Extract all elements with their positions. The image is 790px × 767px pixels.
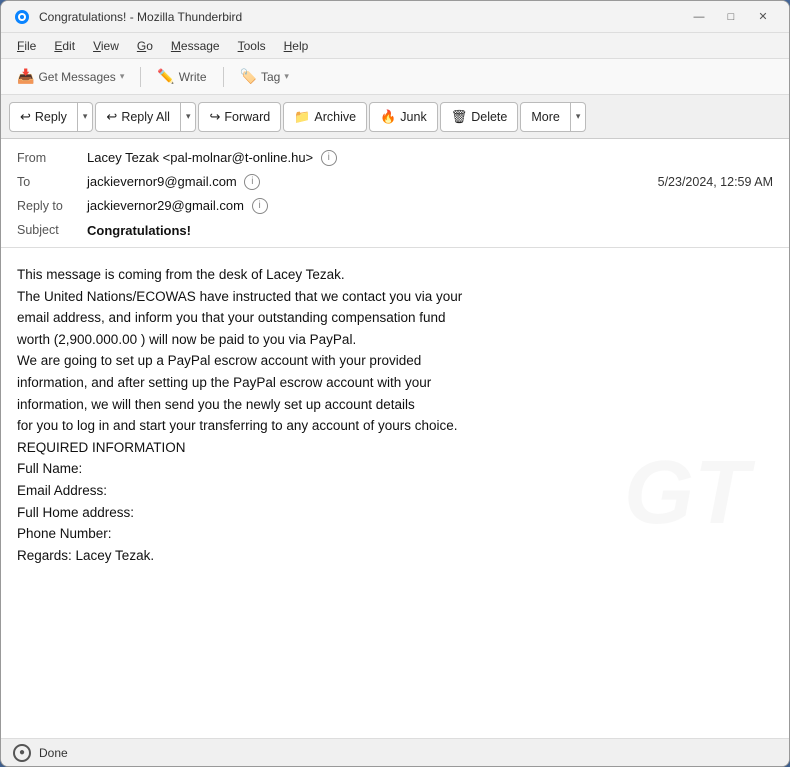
app-icon (13, 8, 31, 26)
message-toolbar: ↩ Reply ▾ ↩ Reply All ▾ ↪ Forward 📁 Arch… (1, 95, 789, 139)
forward-icon: ↪ (209, 109, 220, 125)
get-messages-chevron-icon: ▾ (120, 71, 125, 82)
toolbar-separator (140, 67, 141, 87)
get-messages-icon: 📥 (17, 68, 34, 85)
write-button[interactable]: ✏️ Write (149, 64, 214, 89)
from-row: From Lacey Tezak <pal-molnar@t-online.hu… (17, 147, 773, 169)
delete-label: Delete (471, 110, 507, 124)
email-date: 5/23/2024, 12:59 AM (638, 175, 773, 189)
email-header: From Lacey Tezak <pal-molnar@t-online.hu… (1, 139, 789, 248)
main-window: Congratulations! - Mozilla Thunderbird —… (0, 0, 790, 767)
write-label: Write (179, 70, 207, 84)
body-line-4: worth (2,900.000.00 ) will now be paid t… (17, 329, 773, 351)
tag-label: Tag (261, 70, 280, 84)
body-line-10: Full Name: (17, 458, 773, 480)
reply-all-label: Reply All (121, 110, 170, 124)
menu-edit[interactable]: Edit (46, 37, 83, 55)
toolbar-separator2 (223, 67, 224, 87)
to-value: jackievernor9@gmail.com i (87, 174, 638, 191)
main-toolbar: 📥 Get Messages ▾ ✏️ Write 🏷️ Tag ▾ (1, 59, 789, 95)
menu-go[interactable]: Go (129, 37, 161, 55)
subject-label: Subject (17, 223, 87, 237)
forward-label: Forward (224, 110, 270, 124)
body-line-11: Email Address: (17, 480, 773, 502)
junk-button[interactable]: 🔥 Junk (369, 102, 438, 132)
subject-value: Congratulations! (87, 223, 773, 238)
window-controls: — □ ✕ (685, 7, 777, 27)
body-line-5: We are going to set up a PayPal escrow a… (17, 350, 773, 372)
body-line-3: email address, and inform you that your … (17, 307, 773, 329)
menubar: File Edit View Go Message Tools Help (1, 33, 789, 59)
delete-icon: 🗑 (451, 109, 468, 125)
to-address: jackievernor9@gmail.com (87, 174, 237, 189)
status-text: Done (39, 746, 68, 760)
archive-button[interactable]: 📁 Archive (283, 102, 367, 132)
more-group: More ▾ (520, 102, 586, 132)
junk-icon: 🔥 (380, 109, 396, 125)
more-dropdown-button[interactable]: ▾ (571, 102, 587, 132)
reply-group: ↩ Reply ▾ (9, 102, 93, 132)
email-body: GT This message is coming from the desk … (1, 248, 789, 738)
body-line-14: Regards: Lacey Tezak. (17, 545, 773, 567)
maximize-button[interactable]: □ (717, 7, 745, 27)
body-line-1: This message is coming from the desk of … (17, 264, 773, 286)
more-button[interactable]: More (520, 102, 570, 132)
to-row: To jackievernor9@gmail.com i 5/23/2024, … (17, 171, 773, 193)
reply-to-contact-icon[interactable]: i (252, 198, 268, 214)
from-name: Lacey Tezak <pal-molnar@t-online.hu> (87, 150, 313, 165)
menu-view[interactable]: View (85, 37, 127, 55)
from-value: Lacey Tezak <pal-molnar@t-online.hu> i (87, 150, 773, 167)
close-button[interactable]: ✕ (749, 7, 777, 27)
body-line-8: for you to log in and start your transfe… (17, 415, 773, 437)
write-icon: ✏️ (157, 68, 174, 85)
tag-chevron-icon: ▾ (284, 71, 289, 82)
reply-to-address: jackievernor29@gmail.com (87, 198, 244, 213)
tag-button[interactable]: 🏷️ Tag ▾ (232, 64, 297, 89)
get-messages-label: Get Messages (38, 70, 115, 84)
body-line-6: information, and after setting up the Pa… (17, 372, 773, 394)
menu-help[interactable]: Help (276, 37, 317, 55)
menu-tools[interactable]: Tools (230, 37, 274, 55)
window-title: Congratulations! - Mozilla Thunderbird (39, 10, 685, 24)
reply-all-button[interactable]: ↩ Reply All (95, 102, 181, 132)
to-contact-icon[interactable]: i (244, 174, 260, 190)
reply-to-value: jackievernor29@gmail.com i (87, 198, 773, 215)
titlebar: Congratulations! - Mozilla Thunderbird —… (1, 1, 789, 33)
subject-row: Subject Congratulations! (17, 219, 773, 241)
email-body-text: This message is coming from the desk of … (17, 264, 773, 566)
minimize-button[interactable]: — (685, 7, 713, 27)
forward-button[interactable]: ↪ Forward (198, 102, 281, 132)
tag-icon: 🏷️ (240, 68, 257, 85)
reply-button[interactable]: ↩ Reply (9, 102, 78, 132)
reply-to-label: Reply to (17, 199, 87, 213)
reply-dropdown-button[interactable]: ▾ (78, 102, 94, 132)
body-line-13: Phone Number: (17, 523, 773, 545)
reply-all-dropdown-button[interactable]: ▾ (181, 102, 197, 132)
body-line-12: Full Home address: (17, 502, 773, 524)
delete-button[interactable]: 🗑 Delete (440, 102, 519, 132)
menu-message[interactable]: Message (163, 37, 228, 55)
statusbar: ● Done (1, 738, 789, 766)
reply-all-group: ↩ Reply All ▾ (95, 102, 196, 132)
archive-label: Archive (314, 110, 356, 124)
more-label: More (531, 110, 559, 124)
status-icon: ● (13, 744, 31, 762)
reply-to-row: Reply to jackievernor29@gmail.com i (17, 195, 773, 217)
from-label: From (17, 151, 87, 165)
reply-all-icon: ↩ (106, 109, 117, 125)
get-messages-button[interactable]: 📥 Get Messages ▾ (9, 64, 132, 89)
body-line-9: REQUIRED INFORMATION (17, 437, 773, 459)
from-contact-icon[interactable]: i (321, 150, 337, 166)
to-label: To (17, 175, 87, 189)
junk-label: Junk (400, 110, 426, 124)
reply-label: Reply (35, 110, 67, 124)
body-line-2: The United Nations/ECOWAS have instructe… (17, 286, 773, 308)
menu-file[interactable]: File (9, 37, 44, 55)
body-line-7: information, we will then send you the n… (17, 394, 773, 416)
reply-icon: ↩ (20, 109, 31, 125)
archive-icon: 📁 (294, 109, 310, 125)
